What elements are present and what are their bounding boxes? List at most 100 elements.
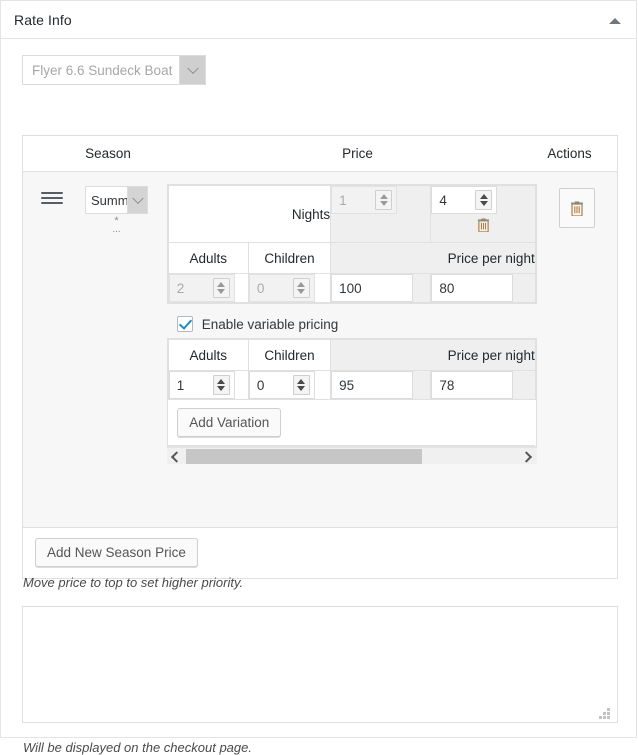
nights-row: Nights bbox=[167, 185, 536, 243]
children-stepper[interactable] bbox=[248, 274, 315, 302]
priority-hint: Move price to top to set higher priority… bbox=[23, 575, 244, 590]
spinner-up-glyph bbox=[379, 194, 388, 199]
required-dots: ... bbox=[112, 224, 121, 235]
adults-stepper[interactable] bbox=[168, 274, 235, 302]
spinner-icon[interactable] bbox=[292, 278, 310, 298]
horizontal-scrollbar[interactable] bbox=[166, 447, 537, 465]
add-variation-row: Add Variation bbox=[168, 399, 536, 446]
price-cell: Nights 1 4 Adults Children Price per nig… bbox=[166, 172, 537, 527]
spinner-down-glyph bbox=[297, 386, 306, 391]
nights-delete-wrap bbox=[431, 214, 534, 235]
variation-children-header: Children bbox=[247, 339, 332, 371]
delete-season-button[interactable] bbox=[558, 188, 595, 228]
price-1-cell bbox=[330, 273, 432, 303]
enable-variable-pricing-checkbox[interactable] bbox=[176, 316, 193, 332]
season-select[interactable]: Summ bbox=[85, 186, 148, 214]
column-header-actions: Actions bbox=[547, 146, 592, 161]
chevron-down-icon bbox=[179, 56, 205, 84]
rate-info-panel: Rate Info Flyer 6.6 Sundeck Boat Season … bbox=[0, 0, 637, 755]
chevron-left-icon[interactable] bbox=[167, 448, 184, 465]
spinner-icon[interactable] bbox=[475, 190, 493, 210]
trash-icon[interactable] bbox=[477, 217, 490, 233]
nights-to-stepper[interactable] bbox=[431, 186, 498, 214]
actions-cell bbox=[537, 172, 617, 527]
drag-handle-icon[interactable] bbox=[41, 192, 63, 206]
spinner-up-glyph bbox=[217, 282, 226, 287]
nights-to-cell bbox=[430, 185, 536, 243]
table-footer: Add New Season Price bbox=[23, 528, 617, 578]
spinner-icon[interactable] bbox=[292, 375, 310, 395]
variation-price-per-night-header: Price per night bbox=[330, 339, 536, 371]
variation-table-wrap: Adults Children Price per night 1 0 95 7… bbox=[166, 338, 537, 447]
spinner-icon[interactable] bbox=[212, 375, 230, 395]
add-variation-wrap: Add Variation bbox=[168, 400, 536, 445]
check-icon bbox=[178, 316, 192, 330]
triangle-up-icon[interactable] bbox=[604, 10, 626, 32]
column-header-season: Season bbox=[85, 146, 131, 161]
scrollbar-thumb[interactable] bbox=[185, 449, 422, 464]
variation-table: Adults Children Price per night 1 0 95 7… bbox=[167, 339, 536, 446]
chevron-down-icon bbox=[127, 187, 147, 213]
nights-price-table: Nights 1 4 Adults Children Price per nig… bbox=[167, 185, 536, 303]
boat-select-value: Flyer 6.6 Sundeck Boat bbox=[32, 62, 173, 78]
variation-children-input[interactable] bbox=[249, 372, 293, 398]
spinner-down-glyph bbox=[217, 386, 226, 391]
chevron-down-glyph bbox=[186, 62, 199, 75]
table-row: Summ * ... Nights 1 4 Adults Children Pr… bbox=[23, 172, 617, 528]
variation-children-stepper[interactable] bbox=[248, 371, 315, 399]
price-table-wrap: Nights 1 4 Adults Children Price per nig… bbox=[166, 184, 537, 304]
adults-header: Adults bbox=[167, 242, 249, 274]
enable-variable-pricing-row[interactable]: Enable variable pricing bbox=[176, 316, 537, 332]
season-cell: Summ * ... bbox=[23, 172, 167, 527]
drag-handle-bar bbox=[41, 202, 63, 204]
spinner-down-glyph bbox=[379, 201, 388, 206]
variation-price-2-input[interactable] bbox=[431, 371, 514, 399]
variation-children-cell bbox=[247, 370, 332, 400]
base-price-row bbox=[167, 273, 536, 303]
variation-adults-input[interactable] bbox=[169, 372, 213, 398]
season-price-table: Season Price Actions Summ * ... Nights 1… bbox=[22, 135, 618, 579]
chevron-down-glyph bbox=[131, 192, 144, 205]
children-cell bbox=[247, 273, 332, 303]
chevron-right-icon[interactable] bbox=[520, 448, 537, 465]
boat-select[interactable]: Flyer 6.6 Sundeck Boat bbox=[22, 55, 206, 85]
spinner-up-glyph bbox=[297, 282, 306, 287]
checkout-hint: Will be displayed on the checkout page. bbox=[23, 740, 252, 755]
spinner-down-glyph bbox=[479, 201, 488, 206]
spinner-icon[interactable] bbox=[375, 190, 393, 210]
spinner-up-glyph bbox=[479, 194, 488, 199]
price-per-night-header: Price per night bbox=[330, 242, 536, 274]
add-new-season-price-button[interactable]: Add New Season Price bbox=[35, 538, 198, 567]
adults-cell bbox=[167, 273, 249, 303]
nights-from-cell bbox=[330, 185, 432, 243]
chevron-left-glyph bbox=[171, 450, 183, 463]
ppn-header-row: Adults Children Price per night bbox=[167, 242, 536, 274]
nights-to-input[interactable] bbox=[432, 187, 476, 213]
children-input[interactable] bbox=[249, 275, 293, 301]
panel-header: Rate Info bbox=[1, 1, 636, 39]
add-variation-button[interactable]: Add Variation bbox=[177, 408, 282, 437]
drag-handle-bar bbox=[41, 192, 63, 194]
nights-from-stepper[interactable] bbox=[331, 186, 398, 214]
children-header: Children bbox=[247, 242, 332, 274]
adults-input[interactable] bbox=[169, 275, 213, 301]
spinner-down-glyph bbox=[217, 289, 226, 294]
nights-from-input[interactable] bbox=[332, 187, 376, 213]
price-2-cell bbox=[430, 273, 536, 303]
spinner-icon[interactable] bbox=[212, 278, 230, 298]
season-select-wrap: Summ * ... bbox=[85, 186, 148, 235]
price-1-input[interactable] bbox=[331, 274, 414, 302]
spinner-up-glyph bbox=[297, 379, 306, 384]
add-variation-cell: Add Variation bbox=[168, 399, 536, 446]
variation-price-1-input[interactable] bbox=[331, 371, 414, 399]
variation-adults-stepper[interactable] bbox=[168, 371, 235, 399]
season-select-value: Summ bbox=[91, 192, 127, 208]
description-textarea[interactable] bbox=[22, 606, 618, 723]
trash-glyph bbox=[477, 218, 489, 233]
price-2-input[interactable] bbox=[431, 274, 514, 302]
column-header-price: Price bbox=[342, 146, 373, 161]
variation-header-row: Adults Children Price per night bbox=[167, 339, 536, 371]
triangle-up-glyph bbox=[609, 18, 621, 24]
variation-row bbox=[167, 370, 536, 400]
trash-icon bbox=[570, 201, 583, 216]
